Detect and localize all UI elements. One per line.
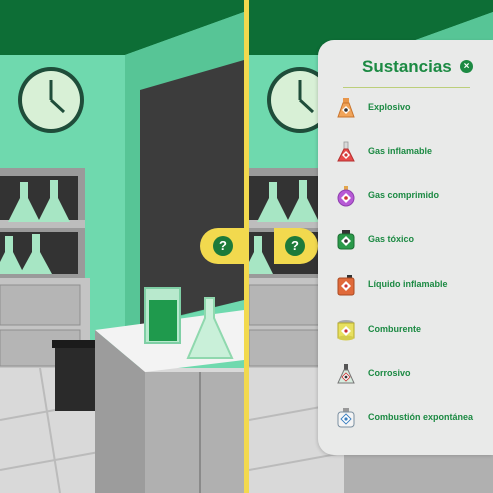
substance-item-oxidizer[interactable]: Comburente [336,319,486,341]
help-button-label: ? [285,236,305,256]
panel-title: Sustancias [362,57,452,76]
substance-label: Combustión expontánea [368,412,474,422]
substance-label: Gas tóxico [368,234,415,244]
substance-item-spontaneous-combustion[interactable]: Combustión expontánea [336,407,486,429]
substance-label: Comburente [368,324,422,334]
corrosive-flask-icon [337,364,355,384]
substance-item-flammable-liquid[interactable]: Líquido inflamable [336,274,486,296]
substance-item-compressed-gas[interactable]: Gas comprimido [336,185,486,207]
compressed-gas-flask-icon [337,186,355,207]
help-button-right[interactable]: ? [274,228,318,264]
flammable-gas-flask-icon [337,141,355,162]
substance-item-toxic-gas[interactable]: Gas tóxico [336,229,486,251]
substance-item-flammable-gas[interactable]: Gas inflamable [336,141,486,163]
substance-label: Gas inflamable [368,146,433,156]
flammable-liquid-canister-icon [337,275,355,296]
substance-label: Explosivo [368,102,411,112]
close-icon[interactable]: × [460,60,473,73]
help-button-left[interactable]: ? [200,228,244,264]
substances-panel: Sustancias × Explosivo Gas inflamable Ga… [318,40,493,455]
spontaneous-combustion-bottle-icon [337,408,355,428]
explosive-flask-icon [337,98,355,118]
toxic-gas-bottle-icon [337,230,355,250]
substance-label: Gas comprimido [368,190,440,200]
substance-item-explosive[interactable]: Explosivo [336,97,486,119]
substance-label: Líquido inflamable [368,279,448,289]
substance-item-corrosive[interactable]: Corrosivo [336,363,486,385]
oxidizer-container-icon [337,320,355,341]
title-divider [343,87,470,88]
help-button-label: ? [213,236,233,256]
substance-label: Corrosivo [368,368,411,378]
